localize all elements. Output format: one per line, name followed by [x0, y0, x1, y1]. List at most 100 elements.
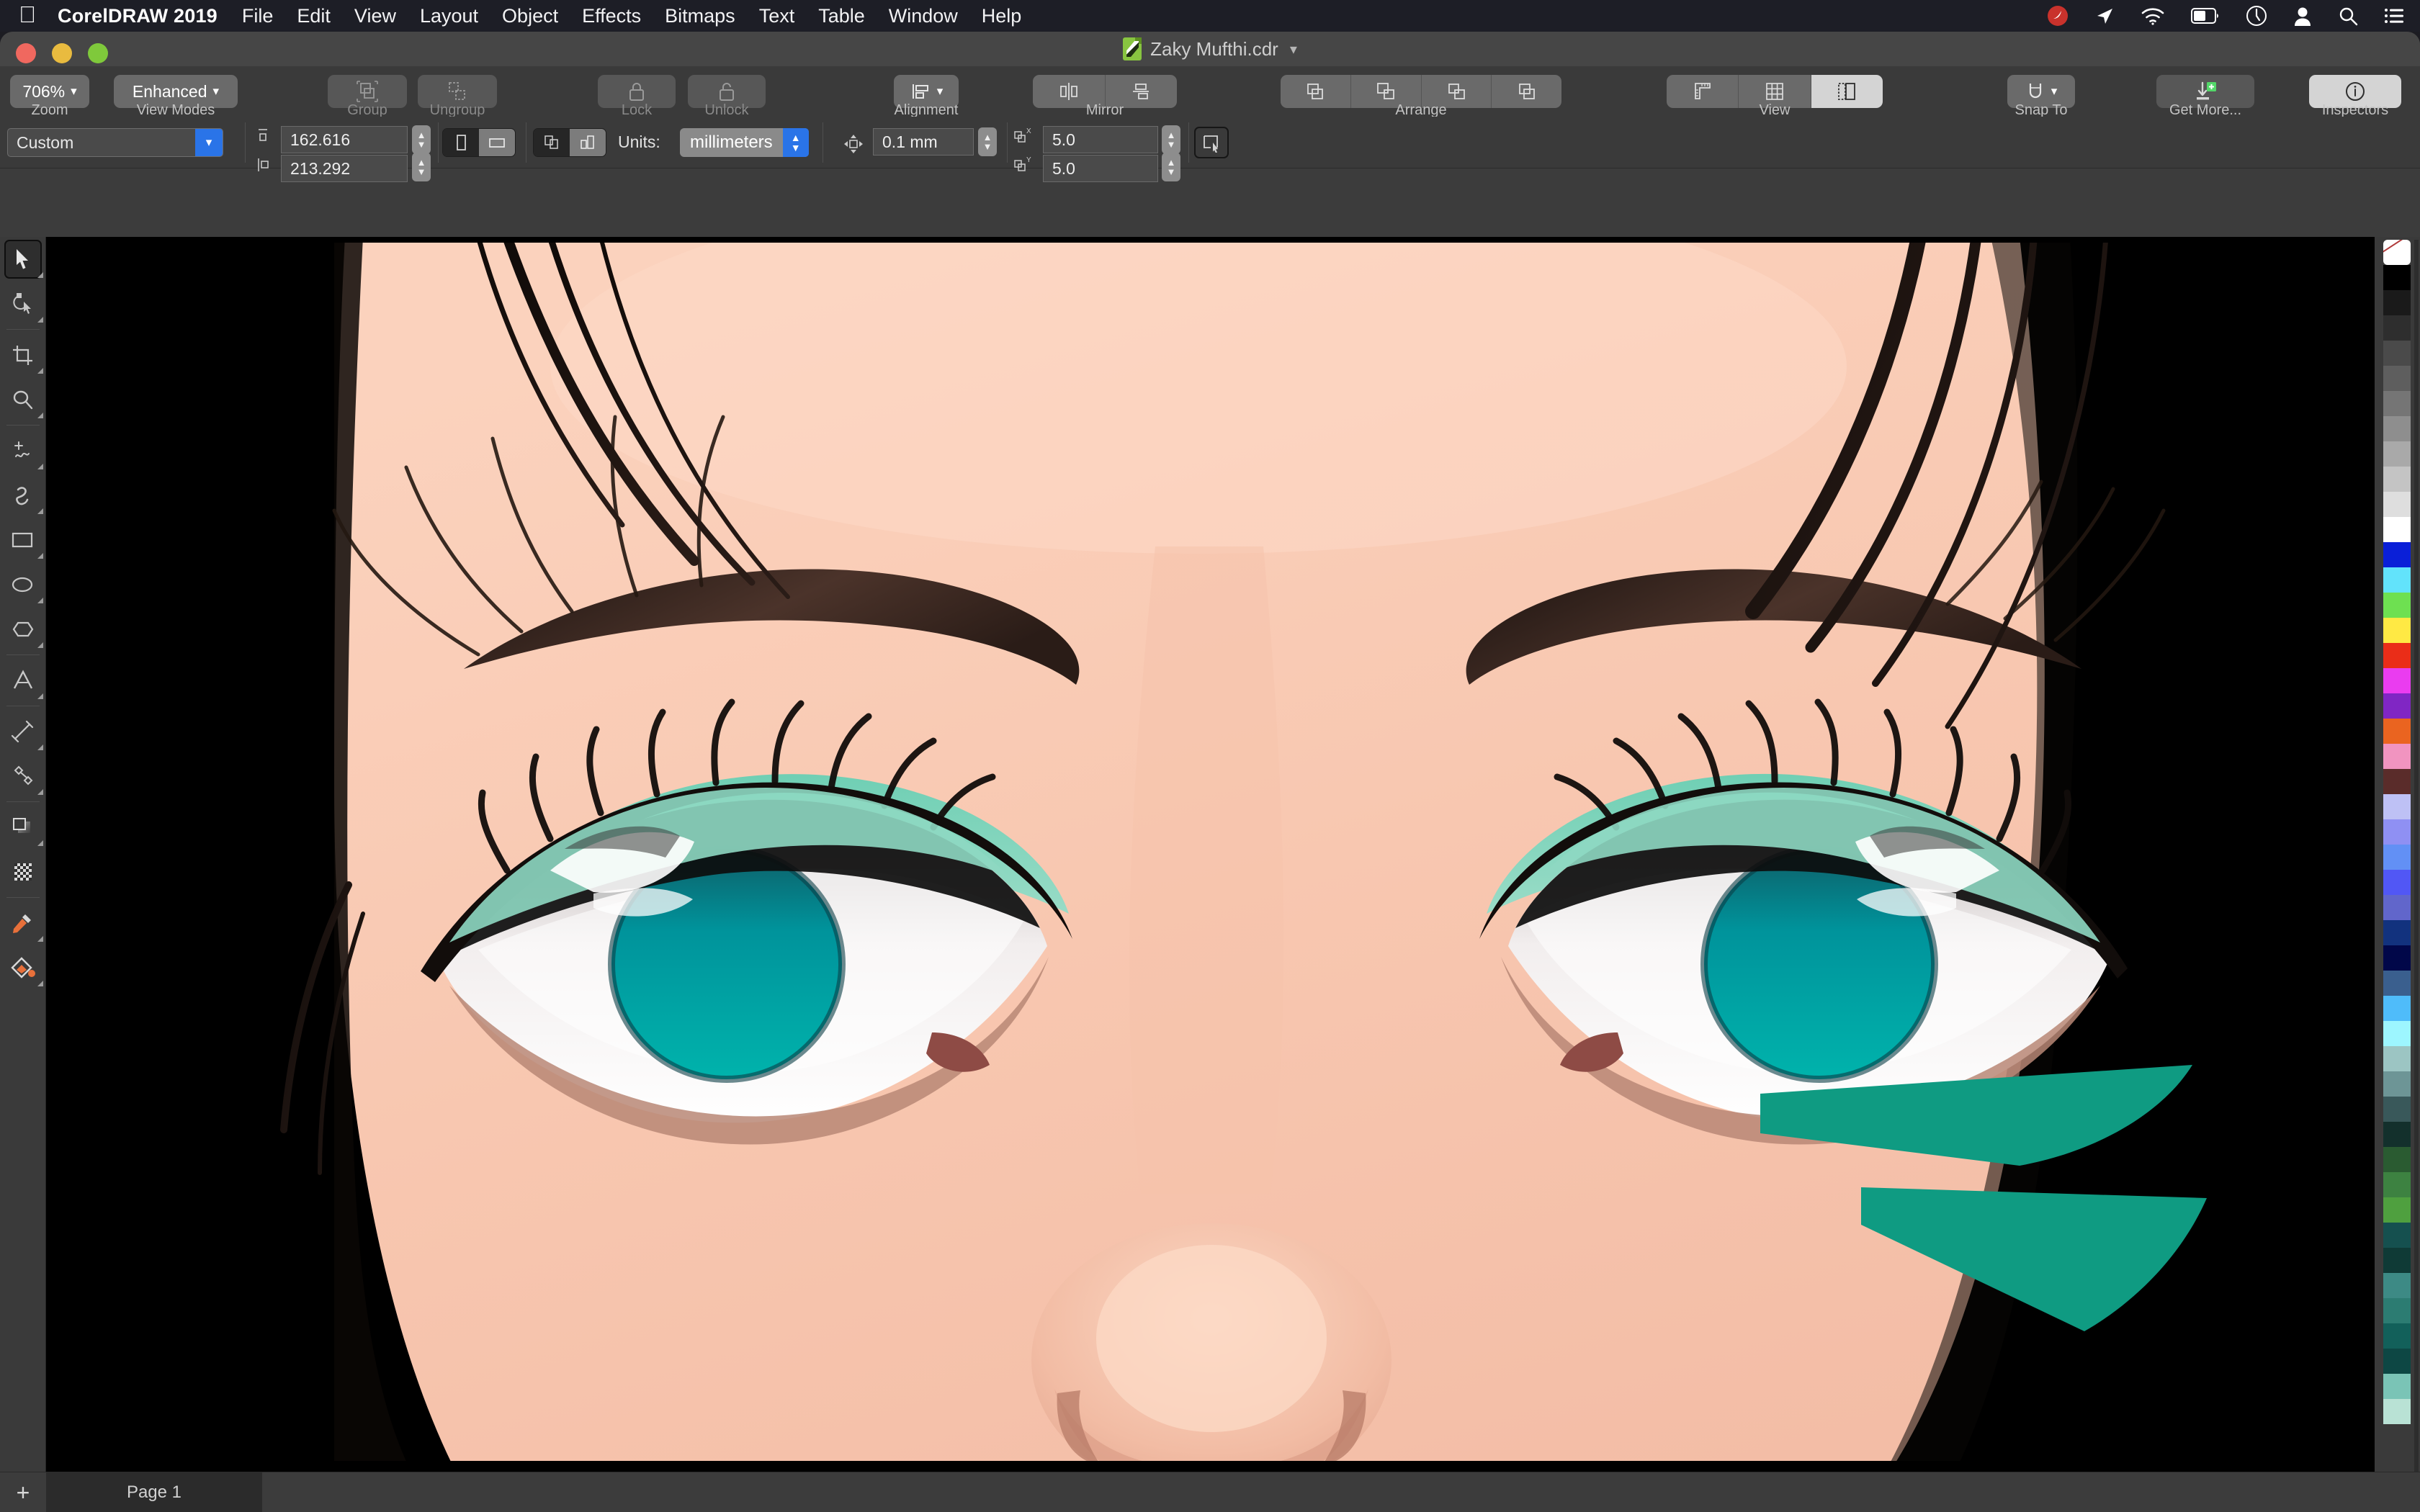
tool-polygon[interactable]: [0, 607, 46, 652]
color-swatch[interactable]: [2383, 643, 2411, 668]
flyout-arrow-icon[interactable]: [37, 464, 43, 469]
color-swatch[interactable]: [2383, 819, 2411, 845]
color-swatch[interactable]: [2383, 769, 2411, 794]
units-dropdown[interactable]: millimeters ▲ ▼: [680, 128, 809, 157]
all-pages-button[interactable]: [534, 129, 570, 156]
tool-drop-shadow[interactable]: [0, 805, 46, 850]
color-swatch[interactable]: [2383, 744, 2411, 769]
drawing-canvas[interactable]: [46, 237, 2375, 1512]
color-swatch[interactable]: [2383, 618, 2411, 643]
corel-tray-icon[interactable]: [2047, 5, 2069, 27]
flyout-arrow-icon[interactable]: [37, 936, 43, 942]
flyout-arrow-icon[interactable]: [37, 553, 43, 559]
menu-item-text[interactable]: Text: [759, 5, 795, 27]
color-swatch[interactable]: [2383, 1374, 2411, 1399]
color-swatch[interactable]: [2383, 693, 2411, 719]
color-swatch[interactable]: [2383, 996, 2411, 1021]
edit-page-button[interactable]: [1194, 127, 1229, 158]
color-swatch[interactable]: [2383, 265, 2411, 290]
current-page-button[interactable]: [570, 129, 606, 156]
color-swatch[interactable]: [2383, 1097, 2411, 1122]
color-swatch[interactable]: [2383, 1323, 2411, 1349]
color-swatch[interactable]: [2383, 1197, 2411, 1223]
flyout-arrow-icon[interactable]: [37, 642, 43, 648]
duplicate-y-input[interactable]: 5.0: [1043, 155, 1158, 182]
color-swatch[interactable]: [2383, 315, 2411, 341]
color-swatch[interactable]: [2383, 845, 2411, 870]
flyout-arrow-icon[interactable]: [37, 693, 43, 699]
app-name-menu[interactable]: CorelDRAW 2019: [58, 5, 218, 27]
color-swatch[interactable]: [2383, 1122, 2411, 1147]
flyout-arrow-icon[interactable]: [37, 598, 43, 603]
menu-item-layout[interactable]: Layout: [420, 5, 478, 27]
flyout-arrow-icon[interactable]: [37, 840, 43, 846]
chevron-down-icon[interactable]: ▾: [1290, 40, 1297, 58]
wifi-icon[interactable]: [2141, 6, 2165, 25]
control-center-icon[interactable]: [2384, 8, 2404, 24]
menu-item-bitmaps[interactable]: Bitmaps: [665, 5, 735, 27]
flyout-arrow-icon[interactable]: [37, 744, 43, 750]
color-swatch[interactable]: [2383, 593, 2411, 618]
color-swatch[interactable]: [2383, 1147, 2411, 1172]
color-swatch[interactable]: [2383, 1071, 2411, 1097]
flyout-arrow-icon[interactable]: [37, 413, 43, 418]
color-swatch[interactable]: [2383, 719, 2411, 744]
color-swatch[interactable]: [2383, 1273, 2411, 1298]
page-width-input[interactable]: 162.616: [281, 126, 408, 153]
color-swatch[interactable]: [2383, 517, 2411, 542]
flyout-arrow-icon[interactable]: [37, 981, 43, 986]
color-swatch[interactable]: [2383, 1298, 2411, 1323]
menu-item-object[interactable]: Object: [502, 5, 558, 27]
menu-item-effects[interactable]: Effects: [582, 5, 641, 27]
flyout-arrow-icon[interactable]: [37, 508, 43, 514]
tool-artistic-media[interactable]: [0, 473, 46, 518]
tool-rectangle[interactable]: [0, 518, 46, 562]
menu-item-help[interactable]: Help: [982, 5, 1022, 27]
tool-text[interactable]: [0, 658, 46, 703]
tool-eyedropper[interactable]: [0, 901, 46, 945]
menu-item-view[interactable]: View: [354, 5, 396, 27]
tool-interactive-fill[interactable]: [0, 945, 46, 990]
page-preset-dropdown[interactable]: Custom ▾: [7, 128, 223, 157]
menu-item-window[interactable]: Window: [889, 5, 958, 27]
tool-ellipse[interactable]: [0, 562, 46, 607]
location-arrow-icon[interactable]: [2094, 6, 2115, 26]
add-page-button[interactable]: +: [0, 1472, 46, 1512]
color-swatch[interactable]: [2383, 794, 2411, 819]
nudge-stepper[interactable]: ▲ ▼: [978, 127, 997, 156]
menu-item-table[interactable]: Table: [818, 5, 865, 27]
flyout-arrow-icon[interactable]: [37, 272, 43, 278]
tool-crop[interactable]: [0, 333, 46, 377]
tool-shape[interactable]: [0, 282, 46, 326]
page-height-stepper[interactable]: ▲ ▼: [412, 153, 431, 181]
color-swatch[interactable]: [2383, 416, 2411, 441]
color-swatch[interactable]: [2383, 1349, 2411, 1374]
color-swatch[interactable]: [2383, 567, 2411, 593]
color-swatch[interactable]: [2383, 441, 2411, 467]
color-swatch[interactable]: [2383, 341, 2411, 366]
color-swatch[interactable]: [2383, 391, 2411, 416]
color-swatch[interactable]: [2383, 920, 2411, 945]
flyout-arrow-icon[interactable]: [37, 789, 43, 795]
color-swatch[interactable]: [2383, 1046, 2411, 1071]
color-swatch[interactable]: [2383, 467, 2411, 492]
duplicate-y-stepper[interactable]: ▲ ▼: [1162, 153, 1180, 181]
menu-item-edit[interactable]: Edit: [297, 5, 331, 27]
nudge-input[interactable]: 0.1 mm: [873, 128, 974, 156]
tool-zoom[interactable]: [0, 377, 46, 422]
time-machine-icon[interactable]: [2246, 5, 2267, 27]
duplicate-x-stepper[interactable]: ▲ ▼: [1162, 125, 1180, 154]
duplicate-x-input[interactable]: 5.0: [1043, 126, 1158, 153]
tool-dimension[interactable]: [0, 709, 46, 754]
palette-scrollbar[interactable]: [2414, 240, 2419, 1507]
color-swatch[interactable]: [2383, 971, 2411, 996]
page-height-input[interactable]: 213.292: [281, 155, 408, 182]
color-swatch[interactable]: [2383, 895, 2411, 920]
user-account-icon[interactable]: [2293, 6, 2312, 26]
document-title-area[interactable]: Zaky Mufthi.cdr ▾: [0, 32, 2420, 66]
color-swatch[interactable]: [2383, 668, 2411, 693]
flyout-arrow-icon[interactable]: [37, 317, 43, 323]
page-tab-1[interactable]: Page 1: [46, 1472, 262, 1512]
flyout-arrow-icon[interactable]: [37, 368, 43, 374]
color-swatch[interactable]: [2383, 945, 2411, 971]
